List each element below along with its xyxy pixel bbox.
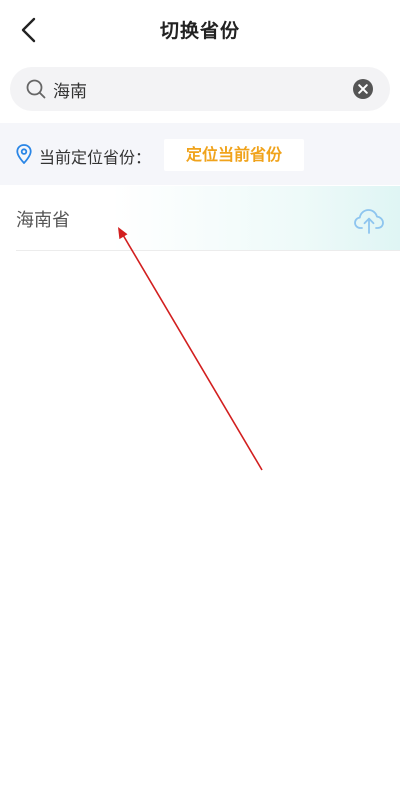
divider xyxy=(16,250,400,251)
result-item-label: 海南省 xyxy=(16,210,70,231)
search-input[interactable] xyxy=(53,67,343,111)
annotation-arrow xyxy=(118,227,263,471)
result-item-hainan[interactable]: 海南省 xyxy=(0,186,400,250)
header: 切换省份 xyxy=(0,0,400,58)
clear-circle-icon[interactable] xyxy=(353,79,373,99)
cloud-upload-icon[interactable] xyxy=(353,205,385,235)
location-pin-icon xyxy=(16,144,32,164)
page-title: 切换省份 xyxy=(159,20,240,42)
current-location-section: 当前定位省份： 定位当前省份 xyxy=(0,123,400,185)
search-bar xyxy=(10,67,390,111)
locate-current-province-button[interactable]: 定位当前省份 xyxy=(164,139,304,171)
current-location-label: 当前定位省份： xyxy=(39,148,152,167)
province-switch-page: 切换省份 当前定位省份： 定位当前省份 海南省 xyxy=(0,0,400,796)
search-icon xyxy=(26,79,46,99)
